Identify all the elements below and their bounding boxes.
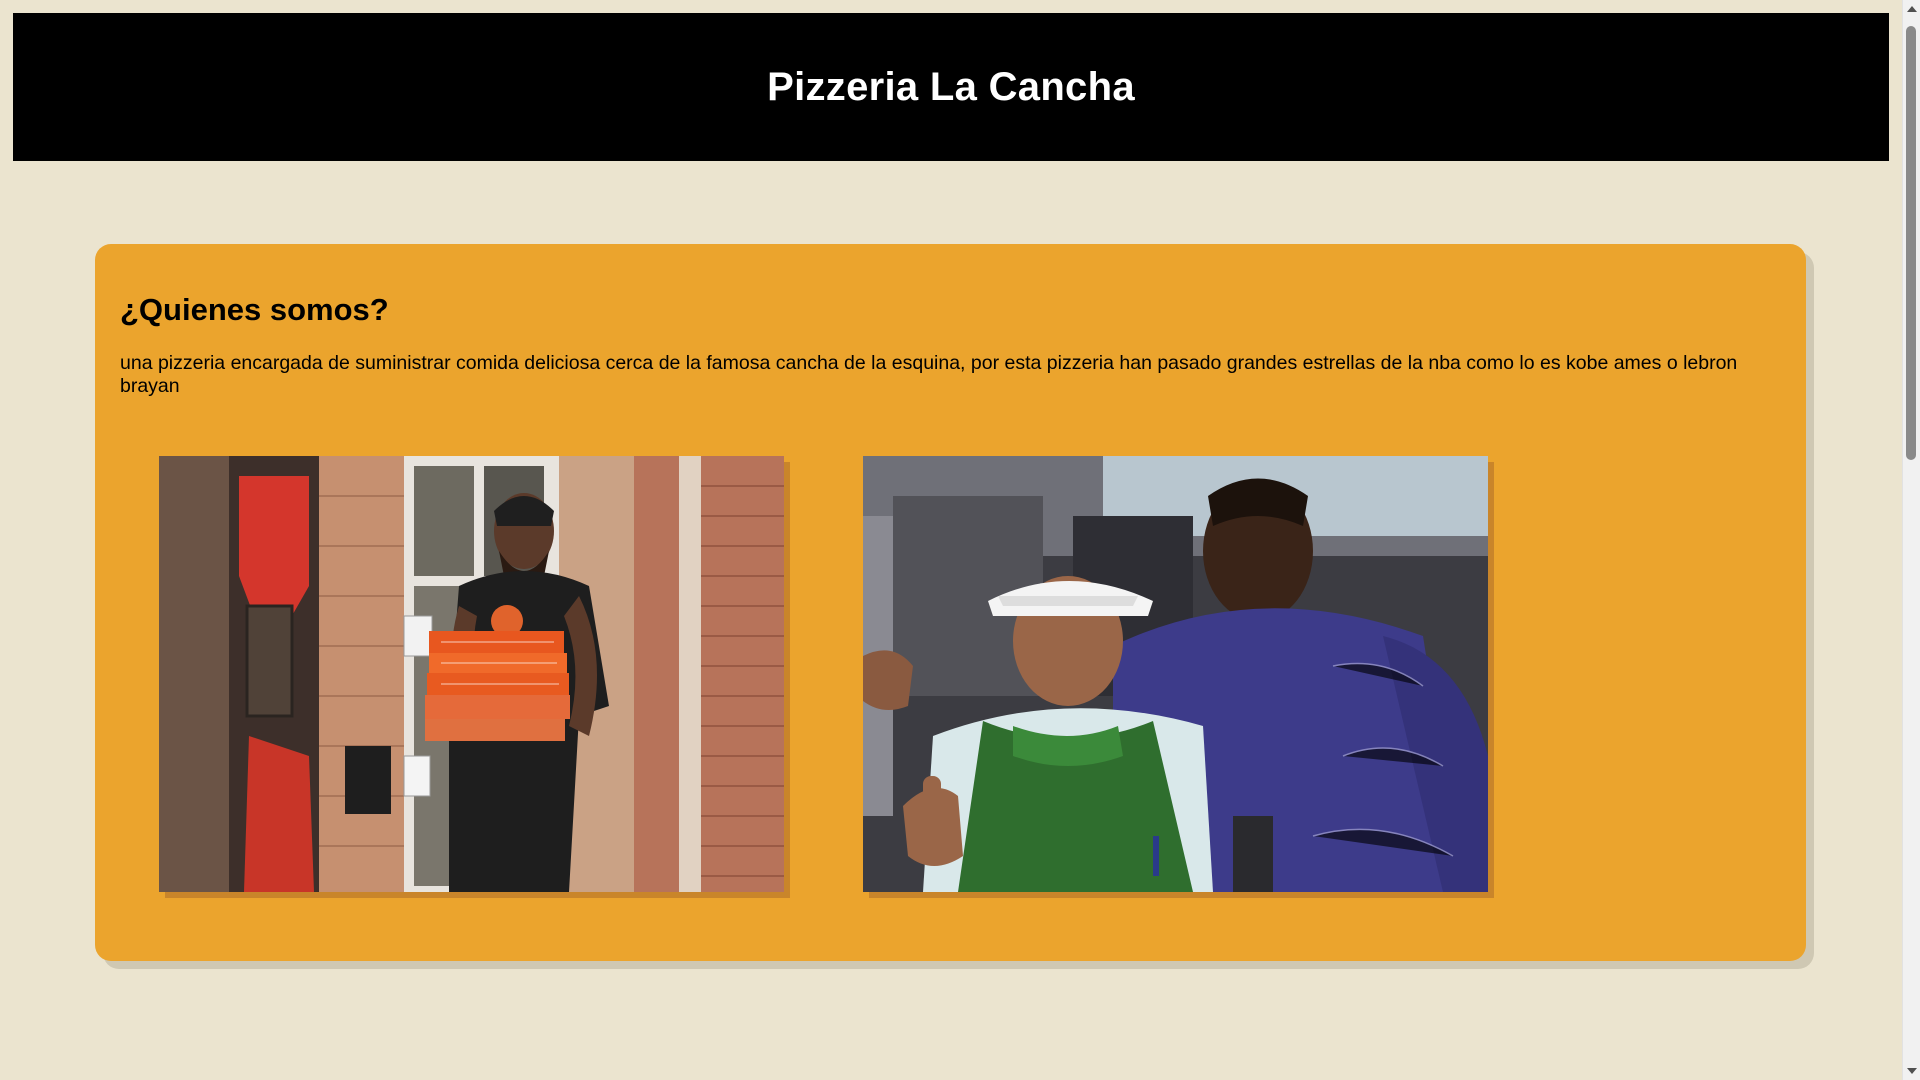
photo-player-carrying-pizza-boxes	[159, 456, 784, 892]
scrollbar-thumb[interactable]	[1906, 26, 1916, 460]
photo-chef-with-player	[863, 456, 1488, 892]
about-heading: ¿Quienes somos?	[120, 292, 389, 327]
about-section: ¿Quienes somos? una pizzeria encargada d…	[95, 244, 1806, 961]
site-title: Pizzeria La Cancha	[767, 64, 1135, 109]
page: Pizzeria La Cancha ¿Quienes somos? una p…	[0, 0, 1920, 1080]
scroll-down-arrow-icon[interactable]	[1907, 1068, 1917, 1074]
site-header: Pizzeria La Cancha	[13, 13, 1889, 161]
scroll-up-arrow-icon[interactable]	[1907, 6, 1917, 12]
vertical-scrollbar[interactable]	[1902, 0, 1920, 1080]
about-text: una pizzeria encargada de suministrar co…	[120, 352, 1738, 397]
